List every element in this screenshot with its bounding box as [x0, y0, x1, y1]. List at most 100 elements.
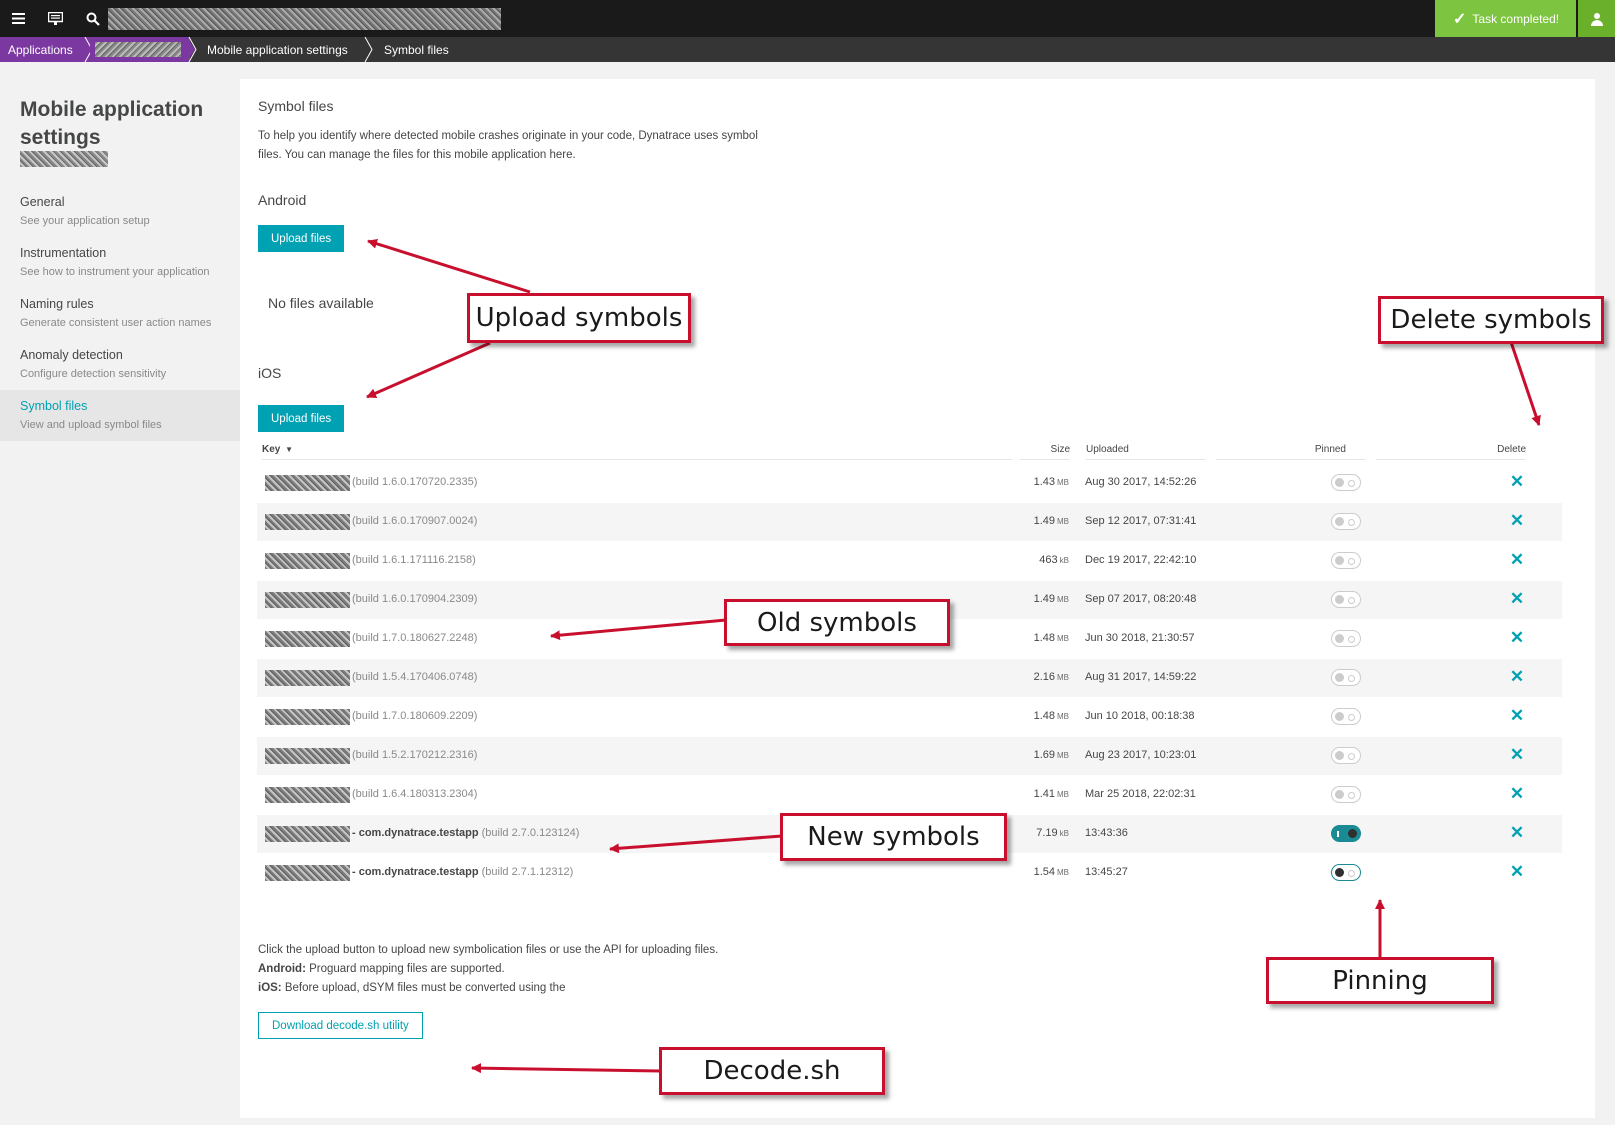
user-menu-button[interactable]	[1578, 0, 1615, 37]
sidebar-item-desc: View and upload symbol files	[20, 419, 162, 431]
sidebar-item-desc: See your application setup	[20, 215, 150, 227]
file-size-value: 1.41	[1033, 788, 1055, 800]
close-icon[interactable]: ✕	[1508, 628, 1526, 647]
redacted-app-name	[265, 748, 350, 764]
pin-toggle[interactable]	[1331, 747, 1361, 764]
file-size: 1.48 MB	[957, 632, 1069, 644]
breadcrumb-applications[interactable]: Applications	[0, 37, 90, 62]
pin-toggle[interactable]	[1331, 669, 1361, 686]
callout-old-symbols: Old symbols	[724, 599, 950, 646]
pin-toggle[interactable]	[1331, 786, 1361, 803]
footer-line: Click the upload button to upload new sy…	[258, 944, 719, 956]
pin-toggle[interactable]	[1331, 474, 1361, 491]
breadcrumb-label: Mobile application settings	[207, 42, 348, 57]
close-icon[interactable]: ✕	[1508, 589, 1526, 608]
uploaded-time: Sep 12 2017, 07:31:41	[1085, 515, 1197, 527]
footer-android-label: Android:	[258, 963, 306, 975]
sidebar-item-desc: Configure detection sensitivity	[20, 368, 167, 380]
download-decode-button[interactable]: Download decode.sh utility	[258, 1012, 423, 1039]
symbol-key: (build 1.6.4.180313.2304)	[352, 788, 477, 800]
file-size-unit: kB	[1059, 556, 1069, 565]
uploaded-time: Jun 10 2018, 00:18:38	[1085, 710, 1195, 722]
search-input[interactable]	[108, 8, 501, 30]
page-title: Symbol files	[258, 98, 334, 114]
android-upload-button[interactable]: Upload files	[258, 225, 345, 252]
sidebar-item-naming-rules[interactable]: Naming rules Generate consistent user ac…	[0, 288, 240, 339]
breadcrumb-label: Symbol files	[384, 42, 449, 57]
close-icon[interactable]: ✕	[1508, 823, 1526, 842]
pin-toggle[interactable]	[1331, 708, 1361, 725]
file-size-value: 7.19	[1036, 827, 1058, 839]
sidebar-item-general[interactable]: General See your application setup	[0, 186, 240, 237]
search-icon[interactable]	[74, 0, 111, 37]
uploaded-time: 13:45:27	[1085, 866, 1128, 878]
hamburger-icon[interactable]	[0, 0, 37, 37]
file-size-unit: MB	[1057, 790, 1069, 799]
build-label: (build 1.6.0.170904.2309)	[352, 593, 478, 605]
breadcrumb-application[interactable]	[90, 37, 190, 62]
build-label: (build 1.6.1.171116.2158)	[352, 554, 476, 566]
table-row: (build 1.6.0.170907.0024) 1.49 MB Sep 12 20…	[257, 503, 1562, 541]
column-header-label: Uploaded	[1086, 444, 1129, 455]
file-size: 1.49 MB	[957, 593, 1069, 605]
column-header-label: Pinned	[1314, 444, 1346, 455]
column-header-uploaded[interactable]: Uploaded	[1086, 444, 1206, 460]
close-icon[interactable]: ✕	[1508, 550, 1526, 569]
callout-upload-symbols: Upload symbols	[467, 293, 691, 343]
uploaded-time: Mar 25 2018, 22:02:31	[1085, 788, 1196, 800]
redacted-app-name	[265, 709, 350, 725]
redacted-app-name	[265, 670, 350, 686]
file-size: 1.54 MB	[957, 866, 1069, 878]
pin-toggle[interactable]	[1331, 864, 1361, 881]
pin-toggle[interactable]	[1331, 825, 1361, 842]
symbol-key: (build 1.7.0.180627.2248)	[352, 632, 477, 644]
settings-nav: General See your application setup Instr…	[0, 186, 240, 441]
breadcrumb-symbol-files[interactable]: Symbol files	[384, 37, 449, 62]
column-header-key[interactable]: Key ▼	[262, 444, 1012, 460]
check-icon: ✓	[1453, 10, 1467, 28]
uploaded-time: Jun 30 2018, 21:30:57	[1085, 632, 1195, 644]
close-icon[interactable]: ✕	[1508, 745, 1526, 764]
pin-toggle[interactable]	[1331, 513, 1361, 530]
sidebar-item-symbol-files[interactable]: Symbol files View and upload symbol file…	[0, 390, 240, 441]
close-icon[interactable]: ✕	[1508, 862, 1526, 881]
redacted-app-name	[20, 151, 108, 167]
callout-delete-symbols: Delete symbols	[1378, 296, 1604, 344]
android-empty-text: No files available	[268, 295, 374, 311]
file-size-value: 1.43	[1033, 476, 1055, 488]
file-size: 463 kB	[957, 554, 1069, 566]
breadcrumb-separator	[187, 37, 197, 62]
symbol-key: - com.dynatrace.testapp (build 2.7.1.123…	[352, 866, 573, 878]
build-label: (build 1.6.0.170720.2335)	[352, 476, 478, 488]
close-icon[interactable]: ✕	[1508, 472, 1526, 491]
top-bar: ✓ Task completed!	[0, 0, 1615, 37]
footer-android-note: Android: Proguard mapping files are supp…	[258, 960, 958, 979]
build-label: (build 1.7.0.180627.2248)	[352, 632, 478, 644]
close-icon[interactable]: ✕	[1508, 511, 1526, 530]
symbol-key: (build 1.6.1.171116.2158)	[352, 554, 476, 566]
intro-text: To help you identify where detected mobi…	[258, 130, 758, 161]
sidebar-item-anomaly-detection[interactable]: Anomaly detection Configure detection se…	[0, 339, 240, 390]
monitor-icon[interactable]	[37, 0, 74, 37]
symbol-key: (build 1.5.2.170212.2316)	[352, 749, 477, 761]
ios-upload-button[interactable]: Upload files	[258, 405, 345, 432]
breadcrumb-mobile-settings[interactable]: Mobile application settings	[207, 37, 348, 62]
pin-toggle[interactable]	[1331, 591, 1361, 608]
pin-toggle[interactable]	[1331, 630, 1361, 647]
file-size-unit: MB	[1057, 595, 1069, 604]
close-icon[interactable]: ✕	[1508, 784, 1526, 803]
file-size-unit: MB	[1057, 517, 1069, 526]
close-icon[interactable]: ✕	[1508, 667, 1526, 686]
table-row: (build 1.7.0.180609.2209) 1.48 MB Jun 10 20…	[257, 698, 1562, 736]
symbol-key: (build 1.5.4.170406.0748)	[352, 671, 477, 683]
sidebar-item-instrumentation[interactable]: Instrumentation See how to instrument yo…	[0, 237, 240, 288]
file-size: 1.43 MB	[957, 476, 1069, 488]
uploaded-time: Sep 07 2017, 08:20:48	[1085, 593, 1197, 605]
redacted-app-name	[265, 553, 350, 569]
sidebar-item-desc: Generate consistent user action names	[20, 317, 212, 329]
table-row: (build 1.6.1.171116.2158) 463 kB Dec 19 201…	[257, 542, 1562, 580]
sidebar-item-label: General	[20, 195, 65, 209]
pin-toggle[interactable]	[1331, 552, 1361, 569]
close-icon[interactable]: ✕	[1508, 706, 1526, 725]
column-header-size[interactable]: Size	[1020, 444, 1070, 460]
